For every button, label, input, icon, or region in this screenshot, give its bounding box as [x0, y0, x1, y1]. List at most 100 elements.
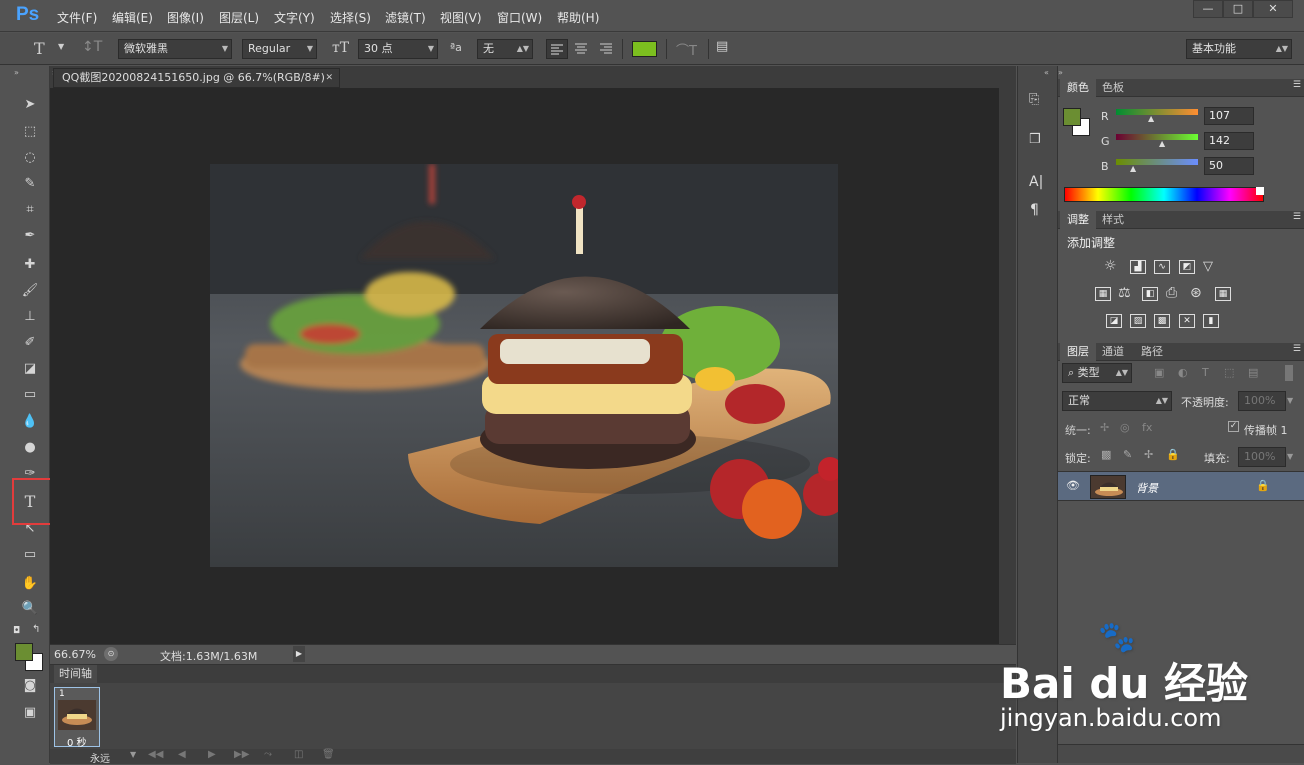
channel-mixer-icon[interactable]: ⊛ — [1190, 285, 1202, 301]
first-frame-icon[interactable]: ◀◀ — [148, 749, 163, 760]
dodge-tool-icon[interactable]: ● — [18, 437, 42, 459]
clone-stamp-tool-icon[interactable]: ⊥ — [18, 306, 42, 328]
menu-select[interactable]: 选择(S) — [330, 9, 371, 26]
status-menu-arrow-icon[interactable]: ▶ — [293, 646, 305, 662]
lock-transparency-icon[interactable]: ▩ — [1101, 448, 1111, 461]
curves-icon[interactable]: ∿ — [1154, 260, 1170, 274]
exposure-icon[interactable]: ◩ — [1179, 260, 1195, 274]
delete-frame-icon[interactable]: 🗑 — [322, 749, 335, 760]
zoom-tool-icon[interactable]: 🔍 — [18, 598, 42, 620]
tab-adjustments[interactable]: 调整 — [1060, 211, 1096, 229]
character-icon[interactable]: A| — [1029, 174, 1043, 190]
animation-frame[interactable]: 1 0 秒 — [54, 687, 100, 749]
blend-mode-select[interactable]: 正常 ▲▼ — [1062, 391, 1172, 411]
lock-position-icon[interactable]: ✢ — [1144, 448, 1153, 461]
preset-dropdown-arrow-icon[interactable]: ▼ — [58, 42, 64, 51]
vertical-scrollbar[interactable] — [999, 88, 1016, 644]
menu-file[interactable]: 文件(F) — [57, 9, 97, 26]
lock-pixels-icon[interactable]: ✎ — [1123, 448, 1132, 461]
white-swatch[interactable] — [1256, 187, 1264, 195]
slider-thumb-icon[interactable]: ▲ — [1130, 164, 1136, 173]
tab-timeline[interactable]: 时间轴 — [54, 665, 97, 683]
warp-text-icon[interactable]: ⌒T — [676, 40, 697, 59]
type-tool-preset-icon[interactable]: T — [34, 39, 45, 58]
new-frame-icon[interactable]: ◫ — [294, 749, 303, 760]
filter-type-icon[interactable]: T — [1202, 366, 1209, 379]
menu-image[interactable]: 图像(I) — [167, 9, 204, 26]
minimize-button[interactable]: — — [1193, 0, 1223, 18]
crop-tool-icon[interactable]: ⌗ — [18, 199, 42, 221]
brush-tool-icon[interactable]: 🖌 — [18, 280, 42, 302]
prev-frame-icon[interactable]: ◀ — [178, 749, 186, 760]
tween-icon[interactable]: ⤳ — [264, 749, 272, 760]
collapse-icon[interactable]: « — [1044, 68, 1049, 77]
workspace-select[interactable]: 基本功能 ▲▼ — [1186, 39, 1292, 59]
unify-style-icon[interactable]: fx — [1142, 421, 1152, 434]
menu-type[interactable]: 文字(Y) — [274, 9, 315, 26]
vibrance-icon[interactable]: ▽ — [1203, 259, 1213, 274]
filter-shape-icon[interactable]: ⬚ — [1224, 366, 1234, 379]
blue-value-input[interactable]: 50 — [1204, 157, 1254, 175]
tab-channels[interactable]: 通道 — [1095, 343, 1131, 361]
quick-selection-tool-icon[interactable]: ✎ — [18, 173, 42, 195]
panel-menu-icon[interactable]: ☰ — [1293, 212, 1301, 222]
foreground-color-swatch[interactable] — [15, 643, 33, 661]
font-size-select[interactable]: 30 点 ▼ — [358, 39, 438, 59]
color-lookup-icon[interactable]: ▦ — [1215, 287, 1231, 301]
move-tool-icon[interactable]: ➤ — [18, 94, 42, 116]
tab-color[interactable]: 颜色 — [1060, 79, 1096, 97]
levels-icon[interactable]: ▟ — [1130, 260, 1146, 274]
healing-brush-tool-icon[interactable]: ✚ — [18, 254, 42, 276]
color-spectrum[interactable] — [1064, 187, 1264, 202]
chevron-down-icon[interactable]: ▼ — [1287, 396, 1293, 405]
opacity-input[interactable]: 100% — [1238, 391, 1286, 411]
next-frame-icon[interactable]: ▶▶ — [234, 749, 249, 760]
green-slider[interactable] — [1116, 134, 1198, 140]
tab-layers[interactable]: 图层 — [1060, 343, 1096, 361]
gradient-map-icon[interactable]: ✕ — [1179, 314, 1195, 328]
green-value-input[interactable]: 142 — [1204, 132, 1254, 150]
tab-swatches[interactable]: 色板 — [1095, 79, 1131, 97]
history-icon[interactable]: ⎘ — [1029, 92, 1039, 107]
blur-tool-icon[interactable]: 💧 — [18, 411, 42, 433]
unify-visibility-icon[interactable]: ◎ — [1120, 421, 1130, 434]
frame-delay[interactable]: 0 秒 — [67, 734, 87, 749]
zoom-level[interactable]: 66.67% — [54, 648, 96, 661]
maximize-button[interactable]: □ — [1223, 0, 1253, 18]
history-brush-tool-icon[interactable]: ✐ — [18, 332, 42, 354]
brightness-icon[interactable]: ☼ — [1104, 258, 1117, 274]
chevron-down-icon[interactable]: ▼ — [1287, 452, 1293, 461]
black-white-icon[interactable]: ◧ — [1142, 287, 1158, 301]
collapse-icon[interactable]: » — [1058, 68, 1063, 77]
eraser-tool-icon[interactable]: ◪ — [18, 358, 42, 380]
default-colors-icon[interactable]: ◘ — [13, 626, 20, 636]
lasso-tool-icon[interactable]: ◌ — [18, 147, 42, 169]
unify-position-icon[interactable]: ✢ — [1100, 421, 1109, 434]
tab-paths[interactable]: 路径 — [1134, 343, 1170, 361]
hue-saturation-icon[interactable]: ▦ — [1095, 287, 1111, 301]
filter-toggle[interactable] — [1285, 365, 1293, 381]
filter-pixel-icon[interactable]: ▣ — [1154, 366, 1164, 379]
filter-smart-object-icon[interactable]: ▤ — [1248, 366, 1258, 379]
paragraph-icon[interactable]: ¶ — [1030, 202, 1039, 218]
slider-thumb-icon[interactable]: ▲ — [1148, 114, 1154, 123]
tab-styles[interactable]: 样式 — [1095, 211, 1131, 229]
fill-input[interactable]: 100% — [1238, 447, 1286, 467]
screen-mode-icon[interactable]: ▣ — [18, 702, 42, 724]
color-panel-foreground-swatch[interactable] — [1063, 108, 1081, 126]
rectangle-tool-icon[interactable]: ▭ — [18, 544, 42, 566]
menu-edit[interactable]: 编辑(E) — [112, 9, 153, 26]
layer-name[interactable]: 背景 — [1136, 480, 1158, 496]
photo-filter-icon[interactable]: ⎙ — [1166, 285, 1177, 301]
posterize-icon[interactable]: ▨ — [1130, 314, 1146, 328]
selective-color-icon[interactable]: ▮ — [1203, 314, 1219, 328]
eyedropper-tool-icon[interactable]: ✒ — [18, 225, 42, 247]
menu-view[interactable]: 视图(V) — [440, 9, 482, 26]
align-left-button[interactable] — [546, 39, 568, 59]
threshold-icon[interactable]: ▩ — [1154, 314, 1170, 328]
color-balance-icon[interactable]: ⚖ — [1118, 285, 1131, 301]
loop-dropdown-icon[interactable]: ▼ — [130, 750, 136, 759]
gradient-tool-icon[interactable]: ▭ — [18, 384, 42, 406]
filter-adjustment-icon[interactable]: ◐ — [1178, 366, 1188, 379]
collapse-icon[interactable]: » — [14, 68, 19, 77]
